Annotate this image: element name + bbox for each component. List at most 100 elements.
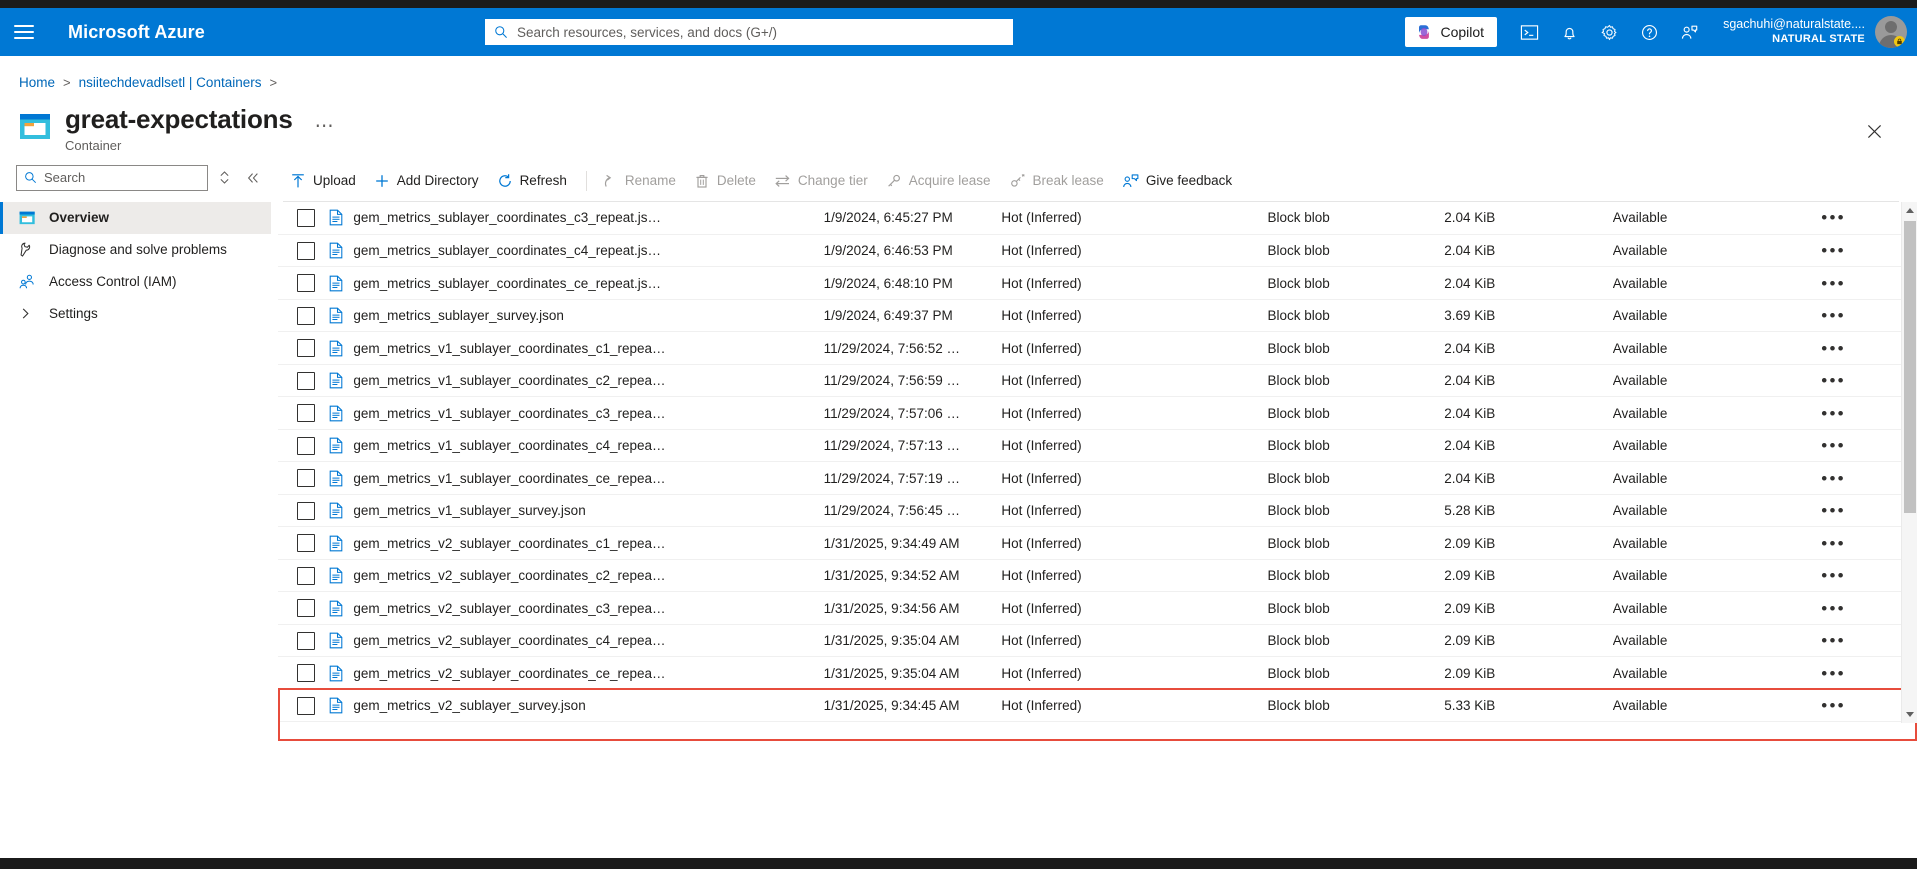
blob-name[interactable]: gem_metrics_sublayer_coordinates_c4_repe…	[353, 243, 661, 258]
refresh-button[interactable]: Refresh	[490, 165, 578, 197]
help-question-icon[interactable]	[1629, 8, 1669, 56]
blob-name[interactable]: gem_metrics_v2_sublayer_coordinates_ce_r…	[353, 666, 665, 681]
sort-updown-icon[interactable]	[219, 170, 230, 185]
row-checkbox[interactable]	[297, 274, 315, 292]
sidebar-item-settings[interactable]: Settings	[0, 298, 271, 330]
azure-brand-logo[interactable]: Microsoft Azure	[68, 22, 205, 43]
notifications-bell-icon[interactable]	[1549, 8, 1589, 56]
row-more-menu-button[interactable]: •••	[1818, 599, 1845, 618]
row-checkbox[interactable]	[297, 404, 315, 422]
blob-name[interactable]: gem_metrics_v1_sublayer_coordinates_c1_r…	[353, 341, 665, 356]
row-more-menu-button[interactable]: •••	[1818, 664, 1845, 683]
nav-search-box[interactable]	[16, 165, 208, 191]
table-row[interactable]: gem_metrics_v1_sublayer_coordinates_ce_r…	[278, 462, 1917, 495]
row-checkbox[interactable]	[297, 567, 315, 585]
blob-name[interactable]: gem_metrics_v2_sublayer_coordinates_c3_r…	[353, 601, 665, 616]
row-checkbox[interactable]	[297, 534, 315, 552]
account-menu[interactable]: sgachuhi@naturalstate.... NATURAL STATE	[1709, 8, 1917, 56]
table-row[interactable]: gem_metrics_v1_sublayer_coordinates_c2_r…	[278, 364, 1917, 397]
collapse-double-chevron-icon[interactable]	[246, 171, 260, 185]
breadcrumb-item-containers[interactable]: nsiitechdevadlsetl | Containers	[79, 75, 262, 90]
row-more-menu-button[interactable]: •••	[1818, 371, 1845, 390]
table-row[interactable]: gem_metrics_sublayer_coordinates_c4_repe…	[278, 234, 1917, 267]
cloud-shell-icon[interactable]	[1509, 8, 1549, 56]
table-row[interactable]: gem_metrics_sublayer_coordinates_c3_repe…	[278, 202, 1917, 235]
row-checkbox[interactable]	[297, 632, 315, 650]
row-checkbox[interactable]	[297, 307, 315, 325]
table-row[interactable]: gem_metrics_v2_sublayer_coordinates_c3_r…	[278, 592, 1917, 625]
blob-name[interactable]: gem_metrics_v1_sublayer_coordinates_ce_r…	[353, 471, 665, 486]
blob-name[interactable]: gem_metrics_v1_sublayer_coordinates_c2_r…	[353, 373, 665, 388]
table-row[interactable]: gem_metrics_sublayer_survey.json1/9/2024…	[278, 299, 1917, 332]
row-checkbox[interactable]	[297, 242, 315, 260]
row-checkbox[interactable]	[297, 209, 315, 227]
table-row[interactable]: gem_metrics_v2_sublayer_coordinates_c1_r…	[278, 527, 1917, 560]
upload-button[interactable]: Upload	[283, 165, 367, 197]
row-more-menu-button[interactable]: •••	[1818, 274, 1845, 293]
settings-gear-icon[interactable]	[1589, 8, 1629, 56]
user-avatar[interactable]	[1875, 16, 1907, 48]
row-checkbox[interactable]	[297, 664, 315, 682]
row-more-menu-button[interactable]: •••	[1818, 501, 1845, 520]
table-vertical-scrollbar[interactable]	[1901, 202, 1917, 723]
row-more-menu-button[interactable]: •••	[1818, 339, 1845, 358]
acquire-lease-button[interactable]: Acquire lease	[879, 165, 1002, 197]
blob-name[interactable]: gem_metrics_v2_sublayer_survey.json	[353, 698, 585, 713]
row-checkbox[interactable]	[297, 469, 315, 487]
scrollbar-thumb[interactable]	[1904, 221, 1916, 513]
row-checkbox[interactable]	[297, 502, 315, 520]
blob-name[interactable]: gem_metrics_v1_sublayer_survey.json	[353, 503, 585, 518]
scroll-down-arrow-icon[interactable]	[1902, 706, 1917, 723]
feedback-person-icon[interactable]	[1669, 8, 1709, 56]
give-feedback-button[interactable]: Give feedback	[1115, 165, 1243, 197]
row-checkbox[interactable]	[297, 339, 315, 357]
nav-search-input[interactable]	[42, 169, 200, 186]
blob-name[interactable]: gem_metrics_sublayer_coordinates_ce_repe…	[353, 276, 661, 291]
row-more-menu-button[interactable]: •••	[1818, 241, 1845, 260]
break-lease-button[interactable]: Break lease	[1002, 165, 1115, 197]
table-row[interactable]: gem_metrics_v1_sublayer_survey.json11/29…	[278, 494, 1917, 527]
row-more-menu-button[interactable]: •••	[1818, 436, 1845, 455]
breadcrumb-item-home[interactable]: Home	[19, 75, 55, 90]
scroll-up-arrow-icon[interactable]	[1902, 202, 1917, 219]
blob-name[interactable]: gem_metrics_v2_sublayer_coordinates_c4_r…	[353, 633, 665, 648]
row-more-menu-button[interactable]: •••	[1818, 631, 1845, 650]
sidebar-item-diagnose-and-solve-problems[interactable]: Diagnose and solve problems	[0, 234, 271, 266]
blob-name[interactable]: gem_metrics_sublayer_survey.json	[353, 308, 564, 323]
row-more-menu-button[interactable]: •••	[1818, 566, 1845, 585]
row-more-menu-button[interactable]: •••	[1818, 306, 1845, 325]
close-blade-button[interactable]	[1859, 116, 1889, 146]
blob-name[interactable]: gem_metrics_v1_sublayer_coordinates_c4_r…	[353, 438, 665, 453]
sidebar-item-overview[interactable]: Overview	[0, 202, 271, 234]
row-more-menu-button[interactable]: •••	[1818, 534, 1845, 553]
table-row[interactable]: gem_metrics_v2_sublayer_coordinates_c4_r…	[278, 624, 1917, 657]
blob-name[interactable]: gem_metrics_v2_sublayer_coordinates_c1_r…	[353, 536, 665, 551]
row-more-menu-button[interactable]: •••	[1818, 469, 1845, 488]
global-search-box[interactable]	[485, 19, 1013, 45]
table-row[interactable]: gem_metrics_sublayer_coordinates_ce_repe…	[278, 267, 1917, 300]
change-tier-button[interactable]: Change tier	[767, 165, 879, 197]
copilot-button[interactable]: Copilot	[1405, 17, 1497, 47]
table-row[interactable]: gem_metrics_v2_sublayer_coordinates_c2_r…	[278, 559, 1917, 592]
hamburger-menu-icon[interactable]	[0, 8, 48, 56]
rename-button[interactable]: Rename	[595, 165, 687, 197]
blob-name[interactable]: gem_metrics_sublayer_coordinates_c3_repe…	[353, 210, 661, 225]
table-row[interactable]: gem_metrics_v2_sublayer_survey.json1/31/…	[278, 689, 1917, 722]
blob-name[interactable]: gem_metrics_v2_sublayer_coordinates_c2_r…	[353, 568, 665, 583]
delete-button[interactable]: Delete	[687, 165, 767, 197]
row-more-menu-button[interactable]: •••	[1818, 404, 1845, 423]
page-more-menu-button[interactable]: ⋯	[315, 117, 335, 136]
global-search-input[interactable]	[515, 24, 1004, 41]
table-row[interactable]: gem_metrics_v2_sublayer_coordinates_ce_r…	[278, 657, 1917, 690]
table-row[interactable]: gem_metrics_v1_sublayer_coordinates_c4_r…	[278, 429, 1917, 462]
sidebar-item-access-control-iam[interactable]: Access Control (IAM)	[0, 266, 271, 298]
row-more-menu-button[interactable]: •••	[1818, 696, 1845, 715]
row-checkbox[interactable]	[297, 437, 315, 455]
row-checkbox[interactable]	[297, 599, 315, 617]
add-directory-button[interactable]: Add Directory	[367, 165, 490, 197]
table-row[interactable]: gem_metrics_v1_sublayer_coordinates_c3_r…	[278, 397, 1917, 430]
row-checkbox[interactable]	[297, 372, 315, 390]
row-more-menu-button[interactable]: •••	[1818, 208, 1845, 227]
table-row[interactable]: gem_metrics_v1_sublayer_coordinates_c1_r…	[278, 332, 1917, 365]
row-checkbox[interactable]	[297, 697, 315, 715]
